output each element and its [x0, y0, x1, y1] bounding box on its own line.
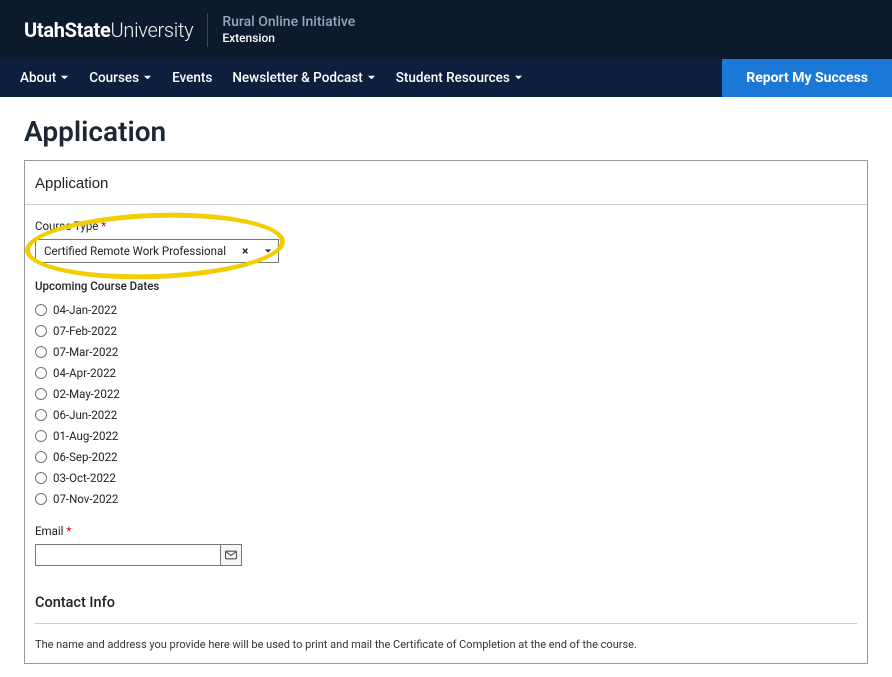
dates-radio-group: 04-Jan-2022 07-Feb-2022 07-Mar-2022 04-A…	[35, 303, 857, 506]
contact-helper-text: The name and address you provide here wi…	[35, 638, 857, 651]
date-option[interactable]: 04-Apr-2022	[35, 366, 857, 380]
chevron-down-icon	[143, 70, 152, 86]
course-type-select[interactable]: Certified Remote Work Professional ×	[35, 239, 279, 263]
date-option[interactable]: 02-May-2022	[35, 387, 857, 401]
contact-info-heading: Contact Info	[35, 582, 857, 624]
email-label: Email *	[35, 524, 857, 538]
date-option[interactable]: 06-Sep-2022	[35, 450, 857, 464]
nav-items: About Courses Events Newsletter & Podcas…	[0, 59, 722, 97]
chevron-down-icon	[60, 70, 69, 86]
form-scroll-area[interactable]: Application Course Type * Certified Remo…	[25, 161, 867, 663]
date-option[interactable]: 06-Jun-2022	[35, 408, 857, 422]
nav-about[interactable]: About	[20, 70, 69, 86]
date-option[interactable]: 04-Jan-2022	[35, 303, 857, 317]
top-header: UtahStateUniversity Rural Online Initiat…	[0, 0, 892, 59]
university-logo[interactable]: UtahStateUniversity	[24, 18, 193, 42]
date-option[interactable]: 07-Feb-2022	[35, 324, 857, 338]
course-type-label: Course Type *	[35, 219, 857, 233]
email-icon-button[interactable]	[220, 544, 242, 566]
date-option[interactable]: 07-Mar-2022	[35, 345, 857, 359]
date-radio[interactable]	[35, 325, 47, 337]
nav-events[interactable]: Events	[172, 70, 212, 86]
date-radio[interactable]	[35, 451, 47, 463]
date-radio[interactable]	[35, 388, 47, 400]
course-type-value: Certified Remote Work Professional	[44, 244, 226, 258]
date-radio[interactable]	[35, 304, 47, 316]
report-success-button[interactable]: Report My Success	[722, 59, 892, 97]
form-section-title: Application	[25, 161, 867, 205]
chevron-down-icon	[514, 70, 523, 86]
date-option[interactable]: 07-Nov-2022	[35, 492, 857, 506]
date-radio[interactable]	[35, 472, 47, 484]
date-option[interactable]: 03-Oct-2022	[35, 471, 857, 485]
upcoming-dates-label: Upcoming Course Dates	[35, 279, 857, 293]
nav-courses[interactable]: Courses	[89, 70, 152, 86]
chevron-down-icon	[367, 70, 376, 86]
date-radio[interactable]	[35, 346, 47, 358]
date-radio[interactable]	[35, 430, 47, 442]
date-radio[interactable]	[35, 409, 47, 421]
date-radio[interactable]	[35, 367, 47, 379]
header-divider	[207, 13, 208, 47]
date-radio[interactable]	[35, 493, 47, 505]
nav-student-resources[interactable]: Student Resources	[396, 70, 523, 86]
form-container: Application Course Type * Certified Remo…	[24, 160, 868, 664]
required-asterisk: *	[66, 524, 71, 538]
caret-down-icon	[264, 244, 272, 258]
required-asterisk: *	[101, 219, 106, 233]
clear-icon[interactable]: ×	[240, 244, 250, 258]
page-title: Application	[0, 97, 892, 158]
envelope-icon	[225, 550, 237, 560]
email-field[interactable]	[35, 544, 220, 566]
nav-bar: About Courses Events Newsletter & Podcas…	[0, 59, 892, 97]
nav-newsletter[interactable]: Newsletter & Podcast	[232, 70, 375, 86]
date-option[interactable]: 01-Aug-2022	[35, 429, 857, 443]
site-subtitle[interactable]: Rural Online Initiative Extension	[222, 14, 355, 45]
